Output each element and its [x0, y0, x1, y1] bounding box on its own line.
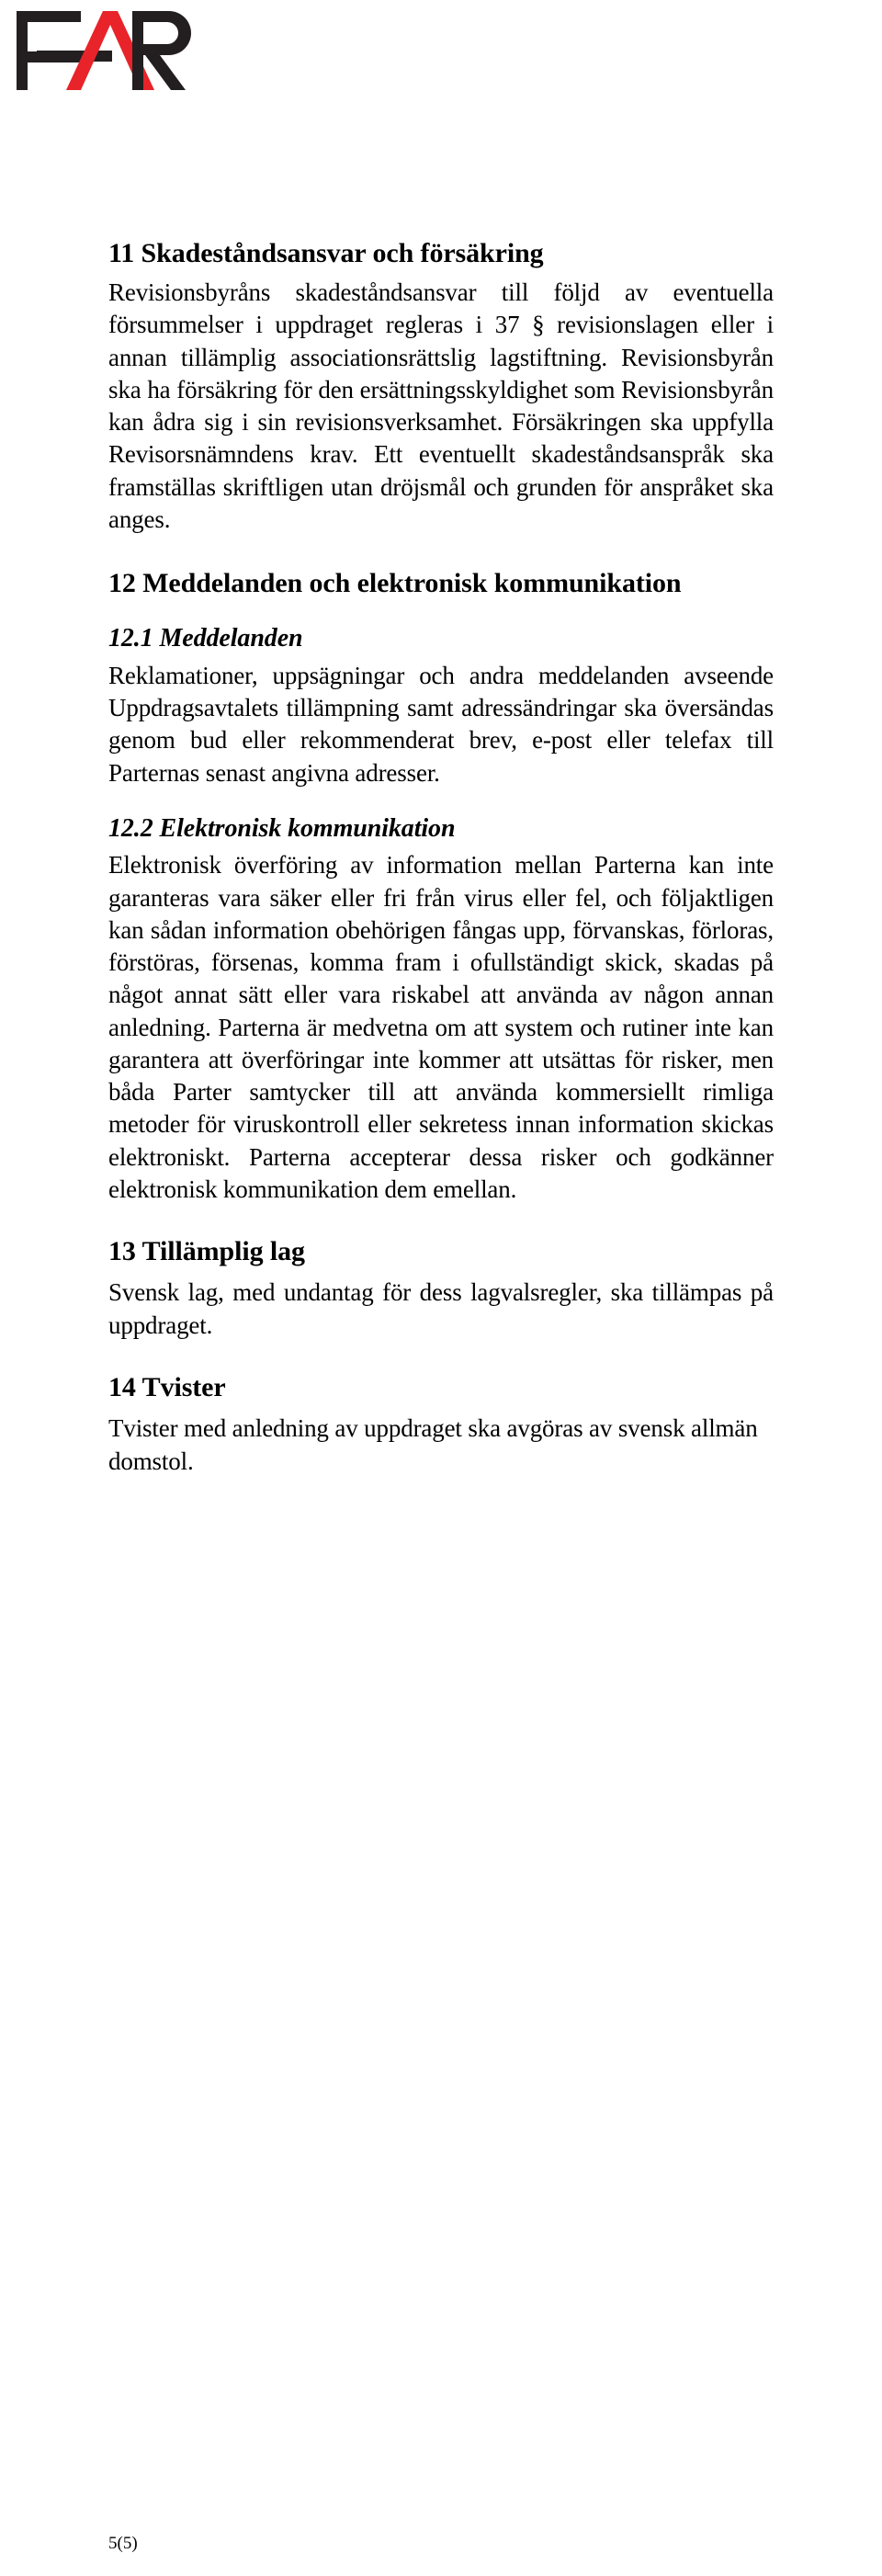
document-body: 11 Skadeståndsansvar och försäkring Revi…: [108, 237, 774, 1478]
far-logo-mark: [17, 11, 191, 90]
subsection-paragraph-12-1: Reklamationer, uppsägningar och andra me…: [108, 661, 774, 787]
subsection-heading-12-1: 12.1 Meddelanden: [108, 624, 303, 653]
section-paragraph-14: Tvister med anledning av uppdraget ska a…: [108, 1414, 758, 1475]
section-heading-13: 13 Tillämplig lag: [108, 1236, 305, 1267]
page-number-footer: 5(5): [108, 2534, 138, 2553]
section-paragraph-13: Svensk lag, med undantag för dess lagval…: [108, 1278, 774, 1339]
far-logo: [15, 9, 281, 129]
subsection-paragraph-12-2: Elektronisk överföring av information me…: [108, 851, 774, 1203]
section-paragraph-11: Revisionsbyråns skadeståndsansvar till f…: [108, 278, 774, 533]
section-heading-11: 11 Skadeståndsansvar och försäkring: [108, 238, 544, 268]
section-heading-12: 12 Meddelanden och elektronisk kommunika…: [108, 567, 682, 598]
section-heading-14: 14 Tvister: [108, 1371, 226, 1402]
subsection-heading-12-2: 12.2 Elektronisk kommunikation: [108, 813, 456, 843]
